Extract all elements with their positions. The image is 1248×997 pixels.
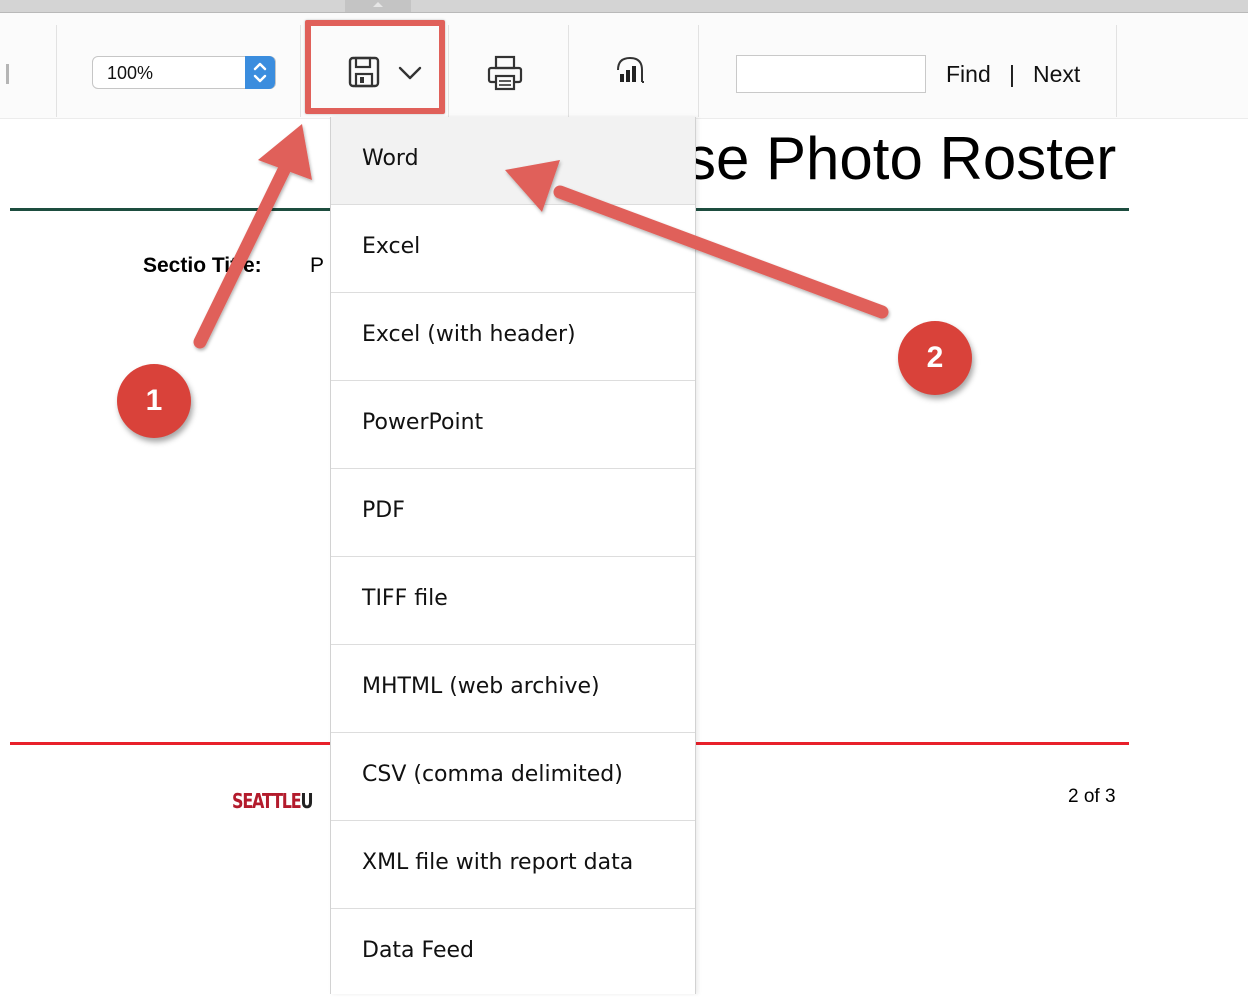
arrow-1 [193,124,312,349]
menu-item-mhtml[interactable]: MHTML (web archive) [331,645,695,733]
report-title: se Photo Roster [686,125,1117,192]
logo-text-red: SEATTLE [232,789,302,813]
zoom-stepper-icon[interactable] [245,56,275,89]
toolbar-divider [698,25,699,117]
menu-item-word[interactable]: Word [331,117,695,205]
toolbar-divider [448,25,449,117]
up-down-chevron-icon [253,62,267,83]
window-top-strip [0,0,1248,13]
menu-item-excel-with-header[interactable]: Excel (with header) [331,293,695,381]
export-format-menu: Word Excel Excel (with header) PowerPoin… [330,117,696,994]
menu-item-csv[interactable]: CSV (comma delimited) [331,733,695,821]
toolbar-divider [568,25,569,117]
find-link[interactable]: Find [946,61,991,88]
find-input[interactable] [736,55,926,93]
next-link[interactable]: Next [1033,61,1080,88]
menu-item-data-feed[interactable]: Data Feed [331,909,695,997]
section-title-value: P [310,254,325,277]
step-2-badge: 2 [898,321,972,395]
print-icon[interactable] [486,54,524,92]
toolbar-divider [300,25,301,117]
toolbar-divider [1116,25,1117,117]
step-1-badge: 1 [117,364,191,438]
find-next-separator: | [1009,61,1015,87]
toolbar-divider [56,25,57,117]
menu-item-powerpoint[interactable]: PowerPoint [331,381,695,469]
zoom-select[interactable]: 100% [92,56,276,89]
menu-item-pdf[interactable]: PDF [331,469,695,557]
save-button-highlight [305,20,445,114]
menu-item-xml[interactable]: XML file with report data [331,821,695,909]
power-bi-icon[interactable] [610,52,650,92]
collapse-arrow-icon [373,2,383,7]
seattleu-logo: SEATTLEU [232,789,314,813]
previous-control-edge [6,64,9,84]
zoom-value: 100% [107,63,154,83]
page-count: 2 of 3 [1068,786,1116,807]
logo-text-dark: U [300,789,314,813]
menu-item-excel[interactable]: Excel [331,205,695,293]
section-title-label: Sectio Title: [143,254,262,277]
menu-item-tiff[interactable]: TIFF file [331,557,695,645]
